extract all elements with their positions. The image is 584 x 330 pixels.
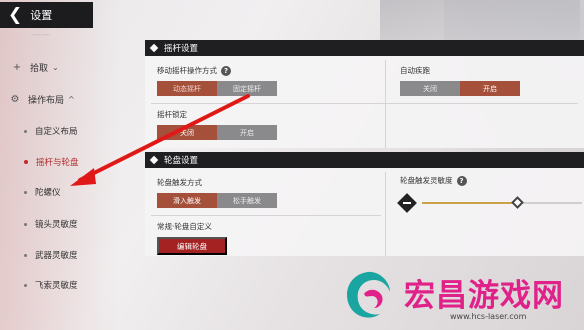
sidebar-subitem-label: 飞索灵敏度 <box>35 281 78 291</box>
sidebar-subitem-gyroscope[interactable]: 陀螺仪 <box>24 186 61 198</box>
wheel-custom-setting: 常规·轮盘自定义 编辑轮盘 <box>157 221 227 255</box>
divider <box>151 215 381 216</box>
gear-icon: ⚙ <box>10 94 20 105</box>
divider <box>385 60 386 148</box>
setting-label: 轮盘触发灵敏度 ? <box>400 175 467 186</box>
wheel-trigger-toggle: 滑入触发 松手触发 <box>157 193 277 208</box>
panel-header: 轮盘设置 <box>145 152 584 168</box>
release-trigger-option[interactable]: 松手触发 <box>217 193 277 208</box>
wheel-sensitivity-setting: 轮盘触发灵敏度 ? <box>400 175 467 186</box>
setting-label: 自动疾跑 <box>400 66 430 75</box>
sidebar-subitem-label: 镜头灵敏度 <box>35 220 78 230</box>
help-icon[interactable]: ? <box>221 65 231 76</box>
setting-label: 摇杆锁定 <box>157 110 187 119</box>
dragon-logo-icon <box>346 271 390 318</box>
page-title: 设置 <box>30 9 53 22</box>
move-mode-toggle: 动态摇杆 固定摇杆 <box>157 81 277 96</box>
bullet-dot <box>24 160 28 164</box>
auto-sprint-toggle: 关闭 开启 <box>400 81 520 96</box>
move-mode-setting: 移动摇杆操作方式 ? 动态摇杆 固定摇杆 <box>157 65 277 96</box>
sidebar-item-layout[interactable]: ⚙ 操作布局 ^ <box>10 93 75 106</box>
joystick-lock-setting: 摇杆锁定 关闭 开启 <box>157 109 277 140</box>
site-watermark: 宏昌游戏网 www.hcs-laser.com <box>330 262 584 330</box>
diamond-icon <box>149 43 159 53</box>
joystick-lock-toggle: 关闭 开启 <box>157 125 277 140</box>
setting-label-text: 轮盘触发灵敏度 <box>400 176 453 185</box>
sidebar-subitem-weapon-sensitivity[interactable]: 武器灵敏度 <box>24 249 78 261</box>
bullet-dot <box>24 253 27 257</box>
joystick-settings-panel: 摇杆设置 移动摇杆操作方式 ? 动态摇杆 固定摇杆 自动疾跑 关闭 开启 摇杆锁… <box>145 40 584 148</box>
divider <box>151 103 578 104</box>
panel-title: 摇杆设置 <box>164 44 199 54</box>
bullet-dot <box>24 283 27 287</box>
plus-icon: + <box>12 62 22 73</box>
sidebar-item-label: 操作布局 <box>28 96 65 106</box>
setting-label: 轮盘触发方式 <box>157 178 202 187</box>
watermark-url: www.hcs-laser.com <box>450 312 527 321</box>
bullet-dot <box>24 190 27 194</box>
fixed-joystick-option[interactable]: 固定摇杆 <box>217 81 277 96</box>
sidebar-faded-item: —— <box>32 30 50 40</box>
slider-track[interactable] <box>422 196 582 209</box>
sidebar-subitem-custom-layout[interactable]: 自定义布局 <box>24 125 78 137</box>
dynamic-joystick-option[interactable]: 动态摇杆 <box>157 81 217 96</box>
edit-wheel-button[interactable]: 编辑轮盘 <box>157 237 227 255</box>
divider <box>385 172 386 256</box>
back-arrow-icon[interactable]: ❮ <box>8 6 22 24</box>
chevron-up-icon: ^ <box>68 95 75 104</box>
help-icon[interactable]: ? <box>456 175 467 186</box>
diamond-icon <box>149 155 159 165</box>
settings-header: ❮ 设置 <box>0 2 93 28</box>
sidebar-subitem-joystick-wheel[interactable]: 摇杆与轮盘 <box>24 156 79 168</box>
slider-thumb[interactable] <box>511 196 524 209</box>
chevron-down-icon: ⌄ <box>52 63 59 72</box>
bullet-dot <box>24 222 27 226</box>
panel-header: 摇杆设置 <box>145 40 584 56</box>
setting-label: 移动摇杆操作方式 ? <box>157 65 277 76</box>
auto-sprint-setting: 自动疾跑 关闭 开启 <box>400 65 520 96</box>
slide-in-trigger-option[interactable]: 滑入触发 <box>157 193 217 208</box>
watermark-text: 宏昌游戏网 <box>404 278 564 314</box>
sidebar-item-pickup[interactable]: + 拾取 ⌄ <box>12 61 59 74</box>
sidebar-subitem-label: 陀螺仪 <box>35 188 61 198</box>
wheel-sensitivity-slider[interactable] <box>397 193 584 213</box>
auto-sprint-off-option[interactable]: 关闭 <box>400 81 460 96</box>
decrease-icon[interactable] <box>397 193 417 213</box>
auto-sprint-on-option[interactable]: 开启 <box>460 81 520 96</box>
setting-label-text: 移动摇杆操作方式 <box>157 66 217 75</box>
joystick-lock-on-option[interactable]: 开启 <box>217 125 277 140</box>
wheel-trigger-setting: 轮盘触发方式 滑入触发 松手触发 <box>157 177 277 208</box>
slider-fill <box>422 202 518 204</box>
sidebar-subitem-grapple-sensitivity[interactable]: 飞索灵敏度 <box>24 279 78 291</box>
sidebar-subitem-label: 武器灵敏度 <box>35 251 78 261</box>
sidebar-item-label: 拾取 <box>30 64 49 74</box>
setting-label: 常规·轮盘自定义 <box>157 222 212 231</box>
joystick-lock-off-option[interactable]: 关闭 <box>157 125 217 140</box>
panel-title: 轮盘设置 <box>164 156 199 166</box>
sidebar-subitem-label: 摇杆与轮盘 <box>36 158 79 168</box>
sidebar-subitem-label: 自定义布局 <box>35 127 78 137</box>
bullet-dot <box>24 129 27 133</box>
sidebar-subitem-camera-sensitivity[interactable]: 镜头灵敏度 <box>24 218 78 230</box>
